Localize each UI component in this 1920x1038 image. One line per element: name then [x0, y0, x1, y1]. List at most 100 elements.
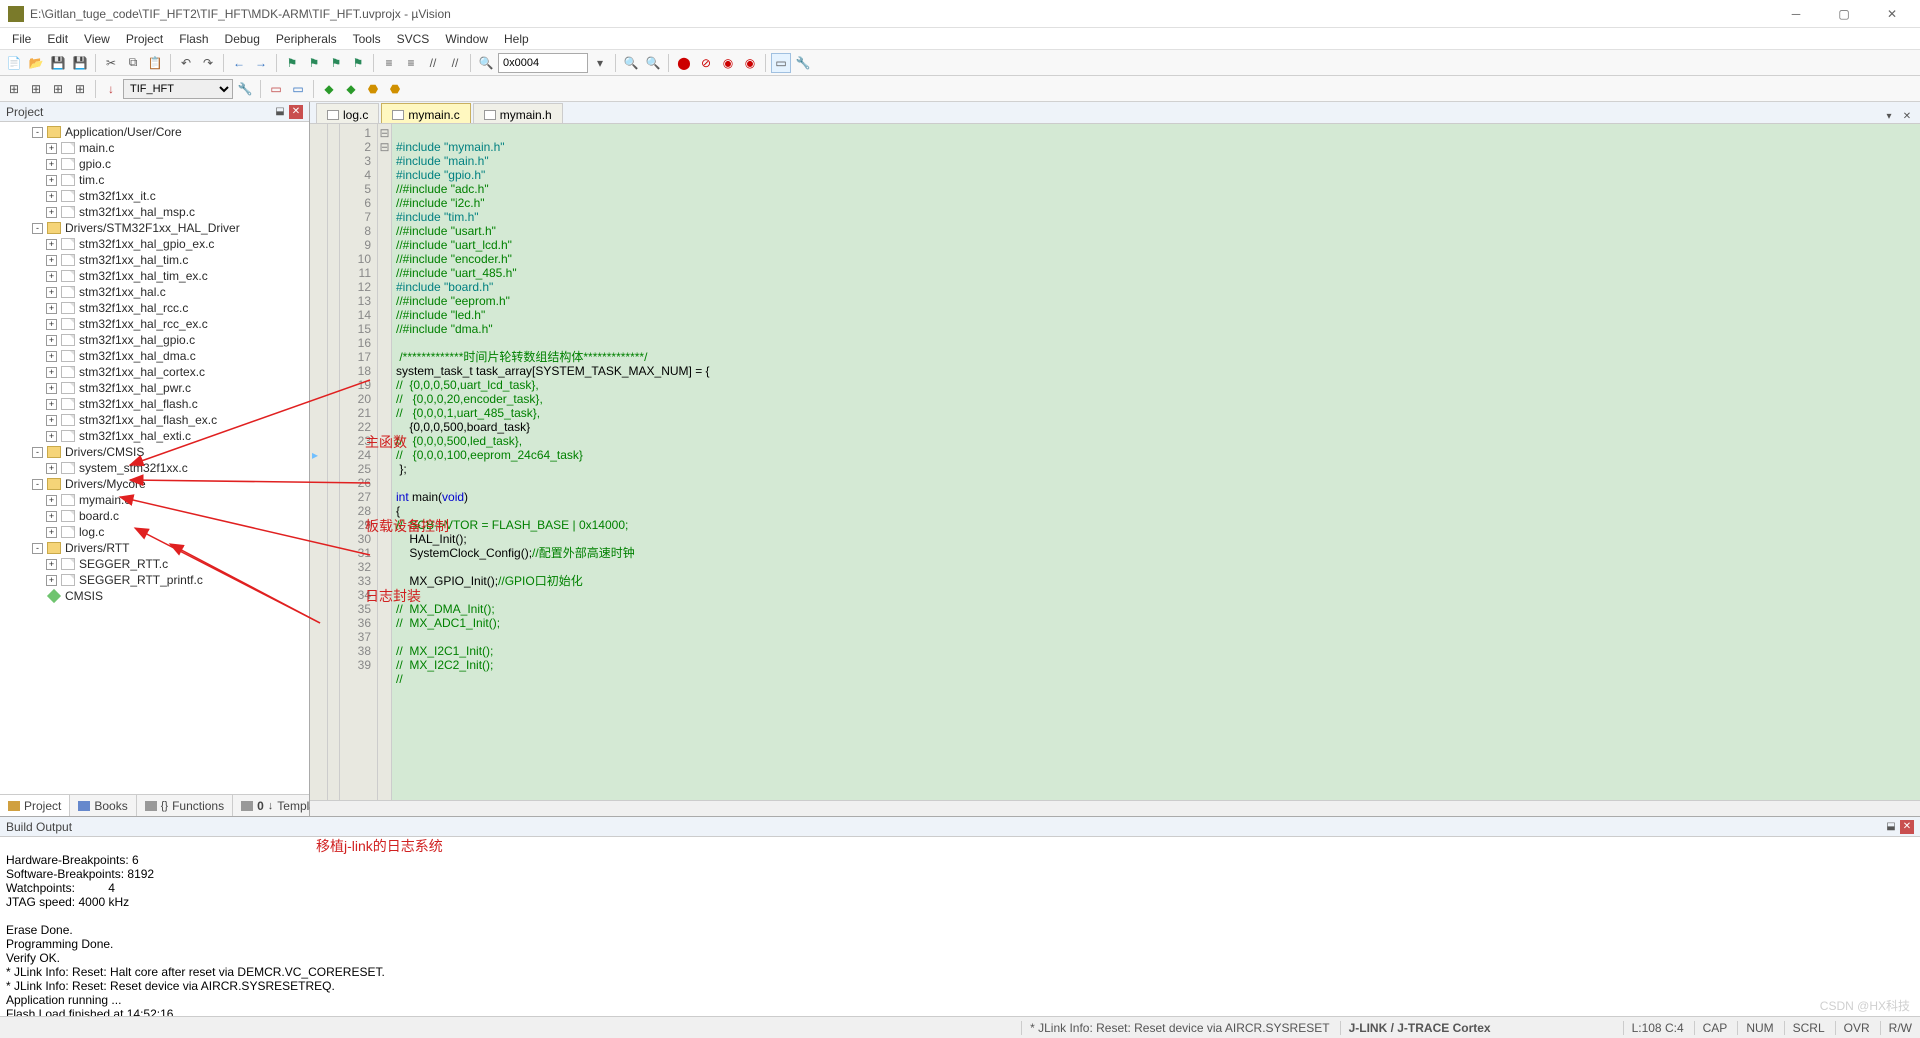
open-file-icon[interactable]: 📂: [26, 53, 46, 73]
expand-icon[interactable]: +: [46, 415, 57, 426]
rebuild-icon[interactable]: ⊞: [48, 79, 68, 99]
nav-back-icon[interactable]: ←: [229, 53, 249, 73]
tree-item-application-user-core[interactable]: -Application/User/Core: [0, 124, 309, 140]
bookmark-prev-icon[interactable]: ⚑: [304, 53, 324, 73]
editor-dropdown-icon[interactable]: ▾: [1882, 109, 1896, 123]
breakpoint-icon[interactable]: ◉: [718, 53, 738, 73]
expand-icon[interactable]: -: [32, 447, 43, 458]
tree-item-main-c[interactable]: +main.c: [0, 140, 309, 156]
tree-item-log-c[interactable]: +log.c: [0, 524, 309, 540]
tree-item-stm32f1xx-hal-flash-c[interactable]: +stm32f1xx_hal_flash.c: [0, 396, 309, 412]
menu-flash[interactable]: Flash: [171, 30, 216, 48]
expand-icon[interactable]: +: [46, 351, 57, 362]
editor-close-icon[interactable]: ✕: [1900, 109, 1914, 123]
expand-icon[interactable]: +: [46, 159, 57, 170]
config-icon[interactable]: 🔧: [793, 53, 813, 73]
panel-close-icon[interactable]: ✕: [289, 105, 303, 119]
tab-functions[interactable]: {} Functions: [137, 795, 233, 816]
breakpoint-clear-icon[interactable]: ◉: [740, 53, 760, 73]
panel-pin-icon[interactable]: ⬓: [273, 105, 287, 119]
rte-icon[interactable]: ◆: [319, 79, 339, 99]
tree-item-system-stm32f1xx-c[interactable]: +system_stm32f1xx.c: [0, 460, 309, 476]
expand-icon[interactable]: +: [46, 303, 57, 314]
cube2-icon[interactable]: ⬣: [385, 79, 405, 99]
redo-icon[interactable]: ↷: [198, 53, 218, 73]
menu-edit[interactable]: Edit: [39, 30, 76, 48]
copy-icon[interactable]: ⧉: [123, 53, 143, 73]
expand-icon[interactable]: +: [46, 335, 57, 346]
menu-project[interactable]: Project: [118, 30, 171, 48]
packs-icon[interactable]: ▭: [288, 79, 308, 99]
expand-icon[interactable]: +: [46, 191, 57, 202]
editor-tab-mymain-c[interactable]: mymain.c: [381, 103, 470, 123]
indent-left-icon[interactable]: ≡: [379, 53, 399, 73]
expand-icon[interactable]: +: [46, 463, 57, 474]
tree-item-tim-c[interactable]: +tim.c: [0, 172, 309, 188]
tree-item-drivers-cmsis[interactable]: -Drivers/CMSIS: [0, 444, 309, 460]
tree-item-stm32f1xx-hal-gpio-c[interactable]: +stm32f1xx_hal_gpio.c: [0, 332, 309, 348]
expand-icon[interactable]: -: [32, 223, 43, 234]
tree-item-stm32f1xx-hal-pwr-c[interactable]: +stm32f1xx_hal_pwr.c: [0, 380, 309, 396]
menu-window[interactable]: Window: [437, 30, 496, 48]
expand-icon[interactable]: +: [46, 559, 57, 570]
build-output[interactable]: Hardware-Breakpoints: 6 Software-Breakpo…: [0, 837, 1920, 1016]
project-tree[interactable]: -Application/User/Core+main.c+gpio.c+tim…: [0, 122, 309, 794]
menu-view[interactable]: View: [76, 30, 118, 48]
editor-tab-log[interactable]: log.c: [316, 103, 379, 123]
menu-help[interactable]: Help: [496, 30, 537, 48]
comment-icon[interactable]: //: [423, 53, 443, 73]
target-options-icon[interactable]: 🔧: [235, 79, 255, 99]
save-all-icon[interactable]: 💾: [70, 53, 90, 73]
expand-icon[interactable]: +: [46, 175, 57, 186]
batch-build-icon[interactable]: ⊞: [70, 79, 90, 99]
tab-project[interactable]: Project: [0, 795, 70, 816]
tree-item-board-c[interactable]: +board.c: [0, 508, 309, 524]
bookmark-clear-icon[interactable]: ⚑: [348, 53, 368, 73]
bookmark-icon[interactable]: ⚑: [282, 53, 302, 73]
expand-icon[interactable]: +: [46, 575, 57, 586]
expand-icon[interactable]: +: [46, 271, 57, 282]
tree-item-gpio-c[interactable]: +gpio.c: [0, 156, 309, 172]
debug-start-icon[interactable]: 🔍: [621, 53, 641, 73]
expand-icon[interactable]: +: [46, 511, 57, 522]
find-icon[interactable]: 🔍: [476, 53, 496, 73]
expand-icon[interactable]: +: [46, 287, 57, 298]
menu-peripherals[interactable]: Peripherals: [268, 30, 345, 48]
tree-item-stm32f1xx-hal-gpio-ex-c[interactable]: +stm32f1xx_hal_gpio_ex.c: [0, 236, 309, 252]
find-go-icon[interactable]: ▾: [590, 53, 610, 73]
tree-item-stm32f1xx-hal-msp-c[interactable]: +stm32f1xx_hal_msp.c: [0, 204, 309, 220]
tree-item-drivers-rtt[interactable]: -Drivers/RTT: [0, 540, 309, 556]
build-close-icon[interactable]: ✕: [1900, 820, 1914, 834]
window-icon[interactable]: ▭: [771, 53, 791, 73]
editor-hscroll[interactable]: [310, 800, 1920, 816]
stop-icon[interactable]: ⊘: [696, 53, 716, 73]
bookmark-next-icon[interactable]: ⚑: [326, 53, 346, 73]
expand-icon[interactable]: -: [32, 127, 43, 138]
expand-icon[interactable]: +: [46, 143, 57, 154]
tree-item-stm32f1xx-hal-c[interactable]: +stm32f1xx_hal.c: [0, 284, 309, 300]
download-icon[interactable]: ↓: [101, 79, 121, 99]
expand-icon[interactable]: -: [32, 543, 43, 554]
cube-icon[interactable]: ⬣: [363, 79, 383, 99]
paste-icon[interactable]: 📋: [145, 53, 165, 73]
expand-icon[interactable]: +: [46, 495, 57, 506]
translate-icon[interactable]: ⊞: [4, 79, 24, 99]
run-icon[interactable]: ⬤: [674, 53, 694, 73]
save-icon[interactable]: 💾: [48, 53, 68, 73]
tree-item-stm32f1xx-hal-rcc-c[interactable]: +stm32f1xx_hal_rcc.c: [0, 300, 309, 316]
menu-svcs[interactable]: SVCS: [389, 30, 438, 48]
maximize-button[interactable]: ▢: [1824, 3, 1864, 25]
tree-item-stm32f1xx-hal-dma-c[interactable]: +stm32f1xx_hal_dma.c: [0, 348, 309, 364]
expand-icon[interactable]: +: [46, 367, 57, 378]
expand-icon[interactable]: +: [46, 399, 57, 410]
tree-item-stm32f1xx-hal-rcc-ex-c[interactable]: +stm32f1xx_hal_rcc_ex.c: [0, 316, 309, 332]
tree-item-stm32f1xx-it-c[interactable]: +stm32f1xx_it.c: [0, 188, 309, 204]
nav-fwd-icon[interactable]: →: [251, 53, 271, 73]
undo-icon[interactable]: ↶: [176, 53, 196, 73]
expand-icon[interactable]: +: [46, 239, 57, 250]
address-input[interactable]: [498, 53, 588, 73]
cut-icon[interactable]: ✂: [101, 53, 121, 73]
tree-item-cmsis[interactable]: CMSIS: [0, 588, 309, 604]
tree-item-stm32f1xx-hal-tim-ex-c[interactable]: +stm32f1xx_hal_tim_ex.c: [0, 268, 309, 284]
tree-item-stm32f1xx-hal-exti-c[interactable]: +stm32f1xx_hal_exti.c: [0, 428, 309, 444]
